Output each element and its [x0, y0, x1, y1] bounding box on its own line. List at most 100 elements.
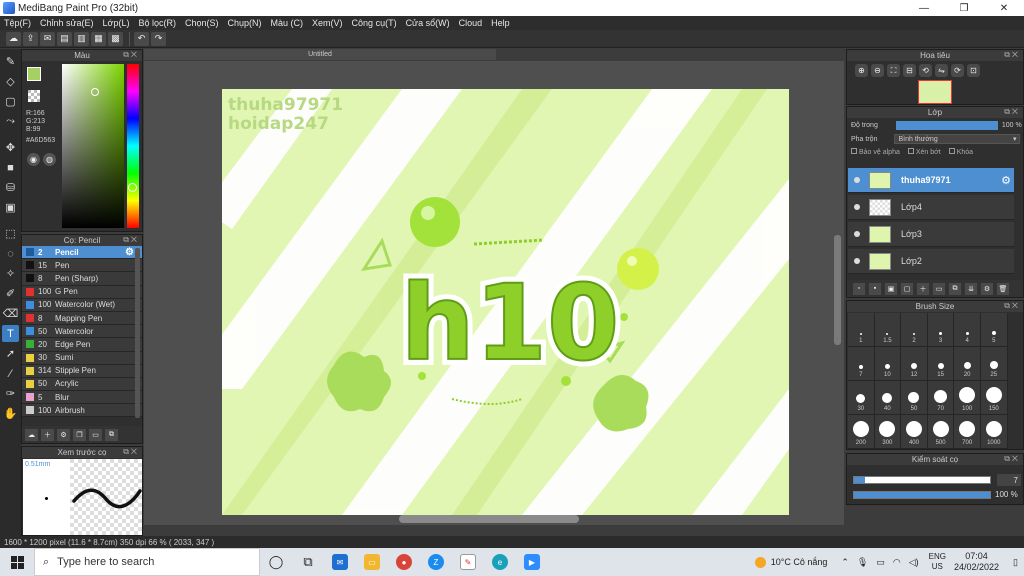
menu-view[interactable]: Xem(V) — [312, 18, 343, 28]
gear-icon[interactable]: ⚙ — [1001, 174, 1011, 187]
new-layer-icon[interactable]: ▫ — [853, 282, 865, 295]
brush-size-cell[interactable]: 70 — [927, 381, 955, 415]
clipping-checkbox[interactable]: Xén bớt — [907, 148, 941, 156]
visibility-icon[interactable] — [854, 231, 860, 237]
taskbar-search[interactable]: ⌕ Type here to search — [34, 548, 260, 576]
panel-window-buttons[interactable]: ⧉✕ — [1004, 50, 1020, 60]
brush-size-cell[interactable]: 20 — [954, 347, 981, 381]
brush-item[interactable]: 5 Blur — [22, 391, 142, 405]
layer-settings-icon[interactable]: ⚙ — [981, 282, 993, 295]
brush-size-cell[interactable]: 12 — [901, 347, 928, 381]
chevron-up-icon[interactable]: ⌃ — [841, 557, 849, 568]
foreground-color-swatch[interactable] — [27, 67, 41, 81]
visibility-icon[interactable] — [854, 204, 860, 210]
cloud-brush-icon[interactable]: ☁ — [25, 428, 38, 441]
menu-tools[interactable]: Công cụ(T) — [352, 18, 397, 28]
brush-item[interactable]: 30 Sumi — [22, 351, 142, 365]
magic-wand-tool-icon[interactable]: ✧ — [2, 265, 19, 282]
layer-item[interactable]: thuha97971 ⚙ — [848, 168, 1014, 193]
grid-icon[interactable]: ▩ — [108, 31, 123, 46]
transparent-color-swatch[interactable] — [28, 90, 40, 102]
line-tool-icon[interactable]: ⤳ — [2, 113, 19, 130]
brush-item[interactable]: 8 Mapping Pen — [22, 311, 142, 326]
gradient-tool-icon[interactable]: ▣ — [2, 199, 19, 216]
add-brush-icon[interactable]: ＋ — [41, 428, 54, 441]
edge-app[interactable]: e — [484, 548, 516, 576]
page-icon[interactable]: ▥ — [74, 31, 89, 46]
language-indicator[interactable]: ENG US — [929, 552, 946, 572]
brush-size-cell[interactable]: 300 — [874, 415, 902, 449]
lock-checkbox[interactable]: Khóa — [948, 148, 973, 156]
lasso-tool-icon[interactable]: ◌ — [2, 245, 19, 262]
menu-edit[interactable]: Chỉnh sửa(E) — [40, 18, 94, 28]
panel-icon[interactable]: ▦ — [91, 31, 106, 46]
panel-window-buttons[interactable]: ⧉✕ — [1004, 107, 1020, 117]
hex-value[interactable]: #A6D563 — [26, 137, 55, 144]
battery-icon[interactable]: ▭ — [876, 557, 885, 568]
dot-tool-icon[interactable]: ▢ — [2, 93, 19, 110]
notification-icon[interactable]: ▯ — [1013, 557, 1018, 568]
task-view-icon[interactable]: ⧉ — [292, 548, 324, 576]
reset-view-icon[interactable]: ⊡ — [967, 64, 980, 77]
flip-icon[interactable]: ⇋ — [935, 64, 948, 77]
brush-size-cell[interactable]: 200 — [848, 415, 875, 449]
brush-size-cell[interactable]: 5 — [980, 313, 1008, 347]
brush-list-scrollbar[interactable] — [135, 248, 140, 418]
panel-window-buttons[interactable]: ⧉✕ — [123, 235, 139, 245]
layer-item[interactable]: Lớp3 — [848, 222, 1014, 247]
folder-icon[interactable]: ▭ — [89, 428, 102, 441]
menu-file[interactable]: Tệp(F) — [4, 18, 31, 28]
cortana-icon[interactable]: ◯ — [260, 548, 292, 576]
cloud-icon[interactable]: ☁ — [6, 31, 21, 46]
brush-size-cell[interactable]: 40 — [874, 381, 902, 415]
zoom-app[interactable]: ▶ — [516, 548, 548, 576]
rotate-left-icon[interactable]: ⟲ — [919, 64, 932, 77]
brush-size-cell[interactable]: 50 — [901, 381, 928, 415]
layer-folder-icon[interactable]: ▭ — [933, 282, 945, 295]
drawing-canvas[interactable]: h10 h10 thuha97971 hoidap247 — [222, 89, 789, 515]
menu-color[interactable]: Màu (C) — [271, 18, 304, 28]
visibility-icon[interactable] — [854, 258, 860, 264]
clock[interactable]: 07:04 24/02/2022 — [954, 551, 999, 573]
brush-size-cell[interactable]: 30 — [848, 381, 875, 415]
explorer-app[interactable]: ▭ — [356, 548, 388, 576]
brush-settings-icon[interactable]: ⚙ — [57, 428, 70, 441]
menu-select[interactable]: Chọn(S) — [185, 18, 219, 28]
brush-size-cell[interactable]: 25 — [980, 347, 1008, 381]
eraser-tool-icon[interactable]: ◇ — [2, 73, 19, 90]
delete-layer-icon[interactable]: 🗑 — [997, 282, 1009, 295]
volume-icon[interactable]: ◁) — [909, 557, 919, 568]
hue-slider[interactable] — [127, 64, 139, 228]
merge-layer-icon[interactable]: ⇊ — [965, 282, 977, 295]
brush-opacity-slider[interactable] — [853, 490, 991, 499]
maximize-button[interactable]: ❐ — [944, 0, 984, 16]
color-wheel-icon[interactable]: ◍ — [43, 153, 56, 166]
document-tab[interactable]: Untitled — [144, 49, 496, 60]
brush-size-cell[interactable]: 500 — [927, 415, 955, 449]
brush-size-cell[interactable]: 150 — [980, 381, 1008, 415]
comment-icon[interactable]: ✉ — [40, 31, 55, 46]
weather-widget[interactable]: 10°C Cô nắng — [754, 556, 827, 568]
zoom-in-icon[interactable]: ⊕ — [855, 64, 868, 77]
horizontal-scrollbar[interactable] — [399, 515, 579, 523]
brush-item[interactable]: 100 G Pen — [22, 285, 142, 299]
copy-brush-icon[interactable]: ❐ — [73, 428, 86, 441]
brush-size-cell[interactable]: 2 — [901, 313, 928, 347]
menu-filter[interactable]: Bộ lọc(R) — [138, 18, 176, 28]
layer-item[interactable]: Lớp4 — [848, 195, 1014, 220]
divide-tool-icon[interactable]: ⁄ — [2, 365, 19, 382]
brush-size-cell[interactable]: 1 — [848, 313, 875, 347]
operation-tool-icon[interactable]: ➚ — [2, 345, 19, 362]
rect-fill-tool-icon[interactable]: ■ — [2, 159, 19, 176]
brush-item[interactable]: 100 Watercolor (Wet) — [22, 298, 142, 312]
move-tool-icon[interactable]: ✥ — [2, 139, 19, 156]
brush-tool-icon[interactable]: ✎ — [2, 53, 19, 70]
eyedropper-tool-icon[interactable]: ✑ — [2, 385, 19, 402]
wifi-icon[interactable]: ◠ — [893, 557, 901, 568]
brush-size-cell[interactable]: 15 — [927, 347, 955, 381]
brush-size-cell[interactable]: 700 — [954, 415, 981, 449]
duplicate-icon[interactable]: ⧉ — [105, 428, 118, 441]
text-tool-icon[interactable]: T — [2, 325, 19, 342]
brush-size-cell[interactable]: 7 — [848, 347, 875, 381]
brush-size-cell[interactable]: 4 — [954, 313, 981, 347]
